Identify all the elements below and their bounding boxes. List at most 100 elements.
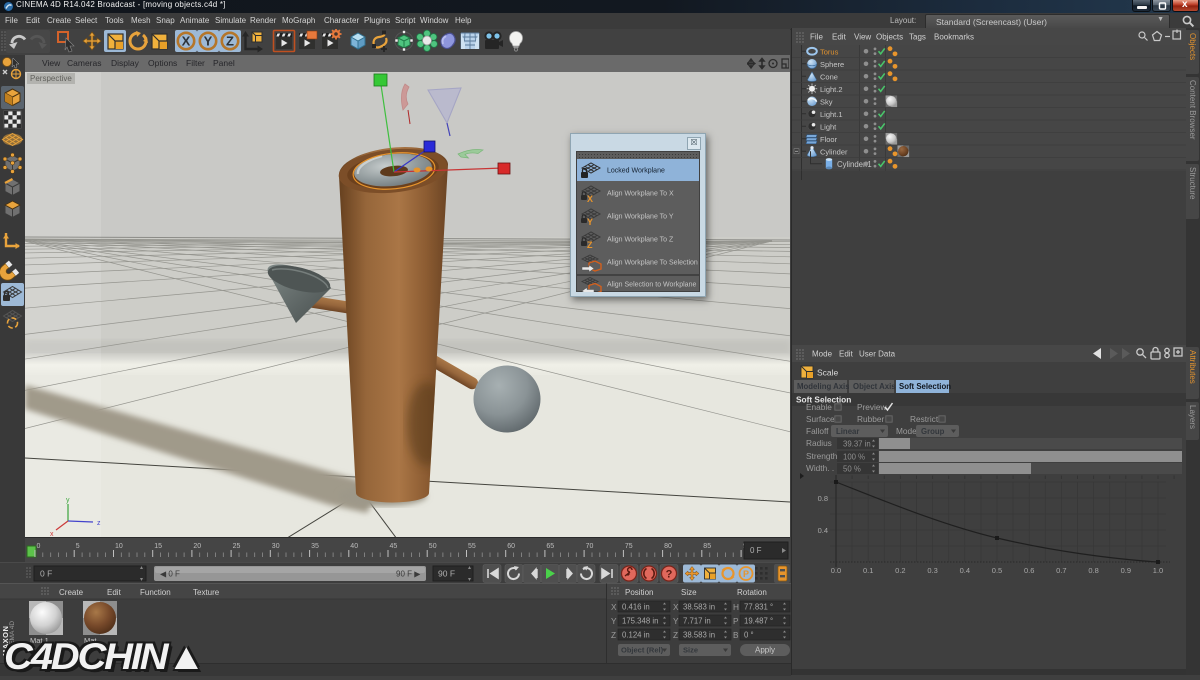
svg-text:Restrict: Restrict [910, 414, 939, 424]
svg-text:0.2: 0.2 [895, 566, 905, 575]
svg-text:Group: Group [921, 427, 945, 436]
svg-text:7.717 in: 7.717 in [683, 617, 711, 626]
svg-text:Y: Y [204, 34, 213, 49]
svg-text:Mode: Mode [812, 350, 833, 359]
svg-text:Torus: Torus [820, 47, 839, 56]
svg-text:0.5: 0.5 [992, 566, 1002, 575]
svg-text:Strength: Strength [806, 451, 838, 461]
svg-text:Floor: Floor [820, 135, 838, 144]
svg-text:Y: Y [673, 616, 679, 626]
svg-text:Modeling Axis: Modeling Axis [797, 382, 850, 391]
svg-text:Align Workplane To X: Align Workplane To X [607, 191, 674, 198]
svg-text:90 F: 90 F [438, 569, 455, 579]
svg-text:Linear: Linear [836, 427, 859, 436]
svg-text:Object Axis: Object Axis [853, 382, 896, 391]
svg-text:65: 65 [546, 543, 554, 550]
svg-text:Texture: Texture [193, 588, 220, 597]
svg-text:Cylinder: Cylinder [820, 147, 848, 156]
svg-text:Create: Create [59, 588, 84, 597]
svg-text:Preview: Preview [857, 402, 888, 412]
svg-text:77.831 °: 77.831 ° [744, 603, 773, 612]
svg-text:z: z [97, 520, 101, 527]
svg-text:Locked Workplane: Locked Workplane [607, 168, 665, 175]
svg-text:0.6: 0.6 [1024, 566, 1034, 575]
svg-text:85: 85 [703, 543, 711, 550]
svg-text:0.4: 0.4 [818, 526, 828, 535]
svg-text:X: X [182, 34, 191, 49]
svg-text:Size: Size [681, 588, 697, 597]
svg-text:25: 25 [233, 543, 241, 550]
svg-text:0.8: 0.8 [1088, 566, 1098, 575]
svg-text:Align Selection to Workplane: Align Selection to Workplane [607, 282, 696, 289]
svg-text:0 °: 0 ° [744, 631, 754, 640]
svg-text:19.487 °: 19.487 ° [744, 617, 773, 626]
svg-text:0.9: 0.9 [1121, 566, 1131, 575]
svg-text:50: 50 [429, 543, 437, 550]
svg-text:Function: Function [140, 588, 171, 597]
svg-text:Size: Size [683, 646, 698, 655]
svg-text:Position: Position [625, 588, 653, 597]
svg-text:0.124 in: 0.124 in [622, 631, 650, 640]
svg-text:Apply: Apply [755, 646, 775, 655]
svg-text:39.37 in: 39.37 in [843, 440, 871, 449]
svg-text:File: File [810, 33, 823, 42]
svg-text:X: X [673, 602, 679, 612]
svg-text:0.7: 0.7 [1056, 566, 1066, 575]
svg-text:Z: Z [673, 630, 678, 640]
svg-text:Z: Z [611, 630, 616, 640]
svg-text:View: View [854, 33, 871, 42]
svg-text:60: 60 [507, 543, 515, 550]
svg-text:Rubber: Rubber [857, 414, 884, 424]
svg-text:y: y [66, 497, 70, 504]
svg-text:38.583 in: 38.583 in [683, 603, 715, 612]
svg-text:Edit: Edit [107, 588, 122, 597]
svg-text:Align Workplane To Y: Align Workplane To Y [607, 214, 674, 221]
svg-text:10: 10 [115, 543, 123, 550]
svg-text:Soft Selection: Soft Selection [899, 382, 951, 391]
svg-text:20: 20 [193, 543, 201, 550]
svg-text:User Data: User Data [859, 350, 896, 359]
svg-text:90 F ▶: 90 F ▶ [396, 570, 421, 579]
svg-text:30: 30 [272, 543, 280, 550]
svg-text:75: 75 [625, 543, 633, 550]
svg-text:Y: Y [611, 616, 617, 626]
svg-text:X: X [587, 194, 593, 204]
svg-text:0.416 in: 0.416 in [622, 603, 650, 612]
svg-text:175.348 in: 175.348 in [622, 617, 658, 626]
svg-text:Light.2: Light.2 [820, 85, 843, 94]
svg-text:0: 0 [37, 543, 41, 550]
svg-text:Align Workplane To Selection: Align Workplane To Selection [607, 260, 698, 267]
svg-text:Objects: Objects [876, 33, 903, 42]
svg-text:Z: Z [226, 34, 234, 49]
svg-text:Edit: Edit [839, 350, 854, 359]
svg-text:Object (Rel): Object (Rel) [621, 646, 664, 655]
svg-text:40: 40 [350, 543, 358, 550]
svg-text:P: P [743, 569, 749, 579]
svg-text:Cone: Cone [820, 72, 838, 81]
svg-text:Enable: Enable [806, 402, 832, 412]
svg-text:0 F: 0 F [750, 546, 762, 555]
svg-text:0.8: 0.8 [818, 494, 828, 503]
svg-text:0.3: 0.3 [927, 566, 937, 575]
svg-text:50 %: 50 % [843, 465, 861, 474]
svg-text:0.0: 0.0 [831, 566, 841, 575]
svg-text:Width. .: Width. . [806, 463, 834, 473]
svg-text:Mode: Mode [896, 426, 917, 436]
svg-text:55: 55 [468, 543, 476, 550]
svg-text:◀ 0 F: ◀ 0 F [160, 570, 180, 579]
svg-text:5: 5 [76, 543, 80, 550]
svg-text:Light.1: Light.1 [820, 110, 843, 119]
svg-text:1.0: 1.0 [1153, 566, 1163, 575]
svg-text:Edit: Edit [832, 33, 847, 42]
svg-text:Rotation: Rotation [737, 588, 767, 597]
svg-text:X: X [611, 602, 617, 612]
svg-text:0.1: 0.1 [863, 566, 873, 575]
svg-text:80: 80 [664, 543, 672, 550]
svg-text:45: 45 [390, 543, 398, 550]
svg-text:Z: Z [587, 240, 593, 250]
svg-text:Bookmarks: Bookmarks [934, 33, 974, 42]
svg-text:H: H [733, 602, 739, 612]
svg-text:Radius: Radius [806, 438, 832, 448]
svg-text:0 F: 0 F [40, 569, 52, 579]
svg-text:100 %: 100 % [843, 453, 865, 462]
